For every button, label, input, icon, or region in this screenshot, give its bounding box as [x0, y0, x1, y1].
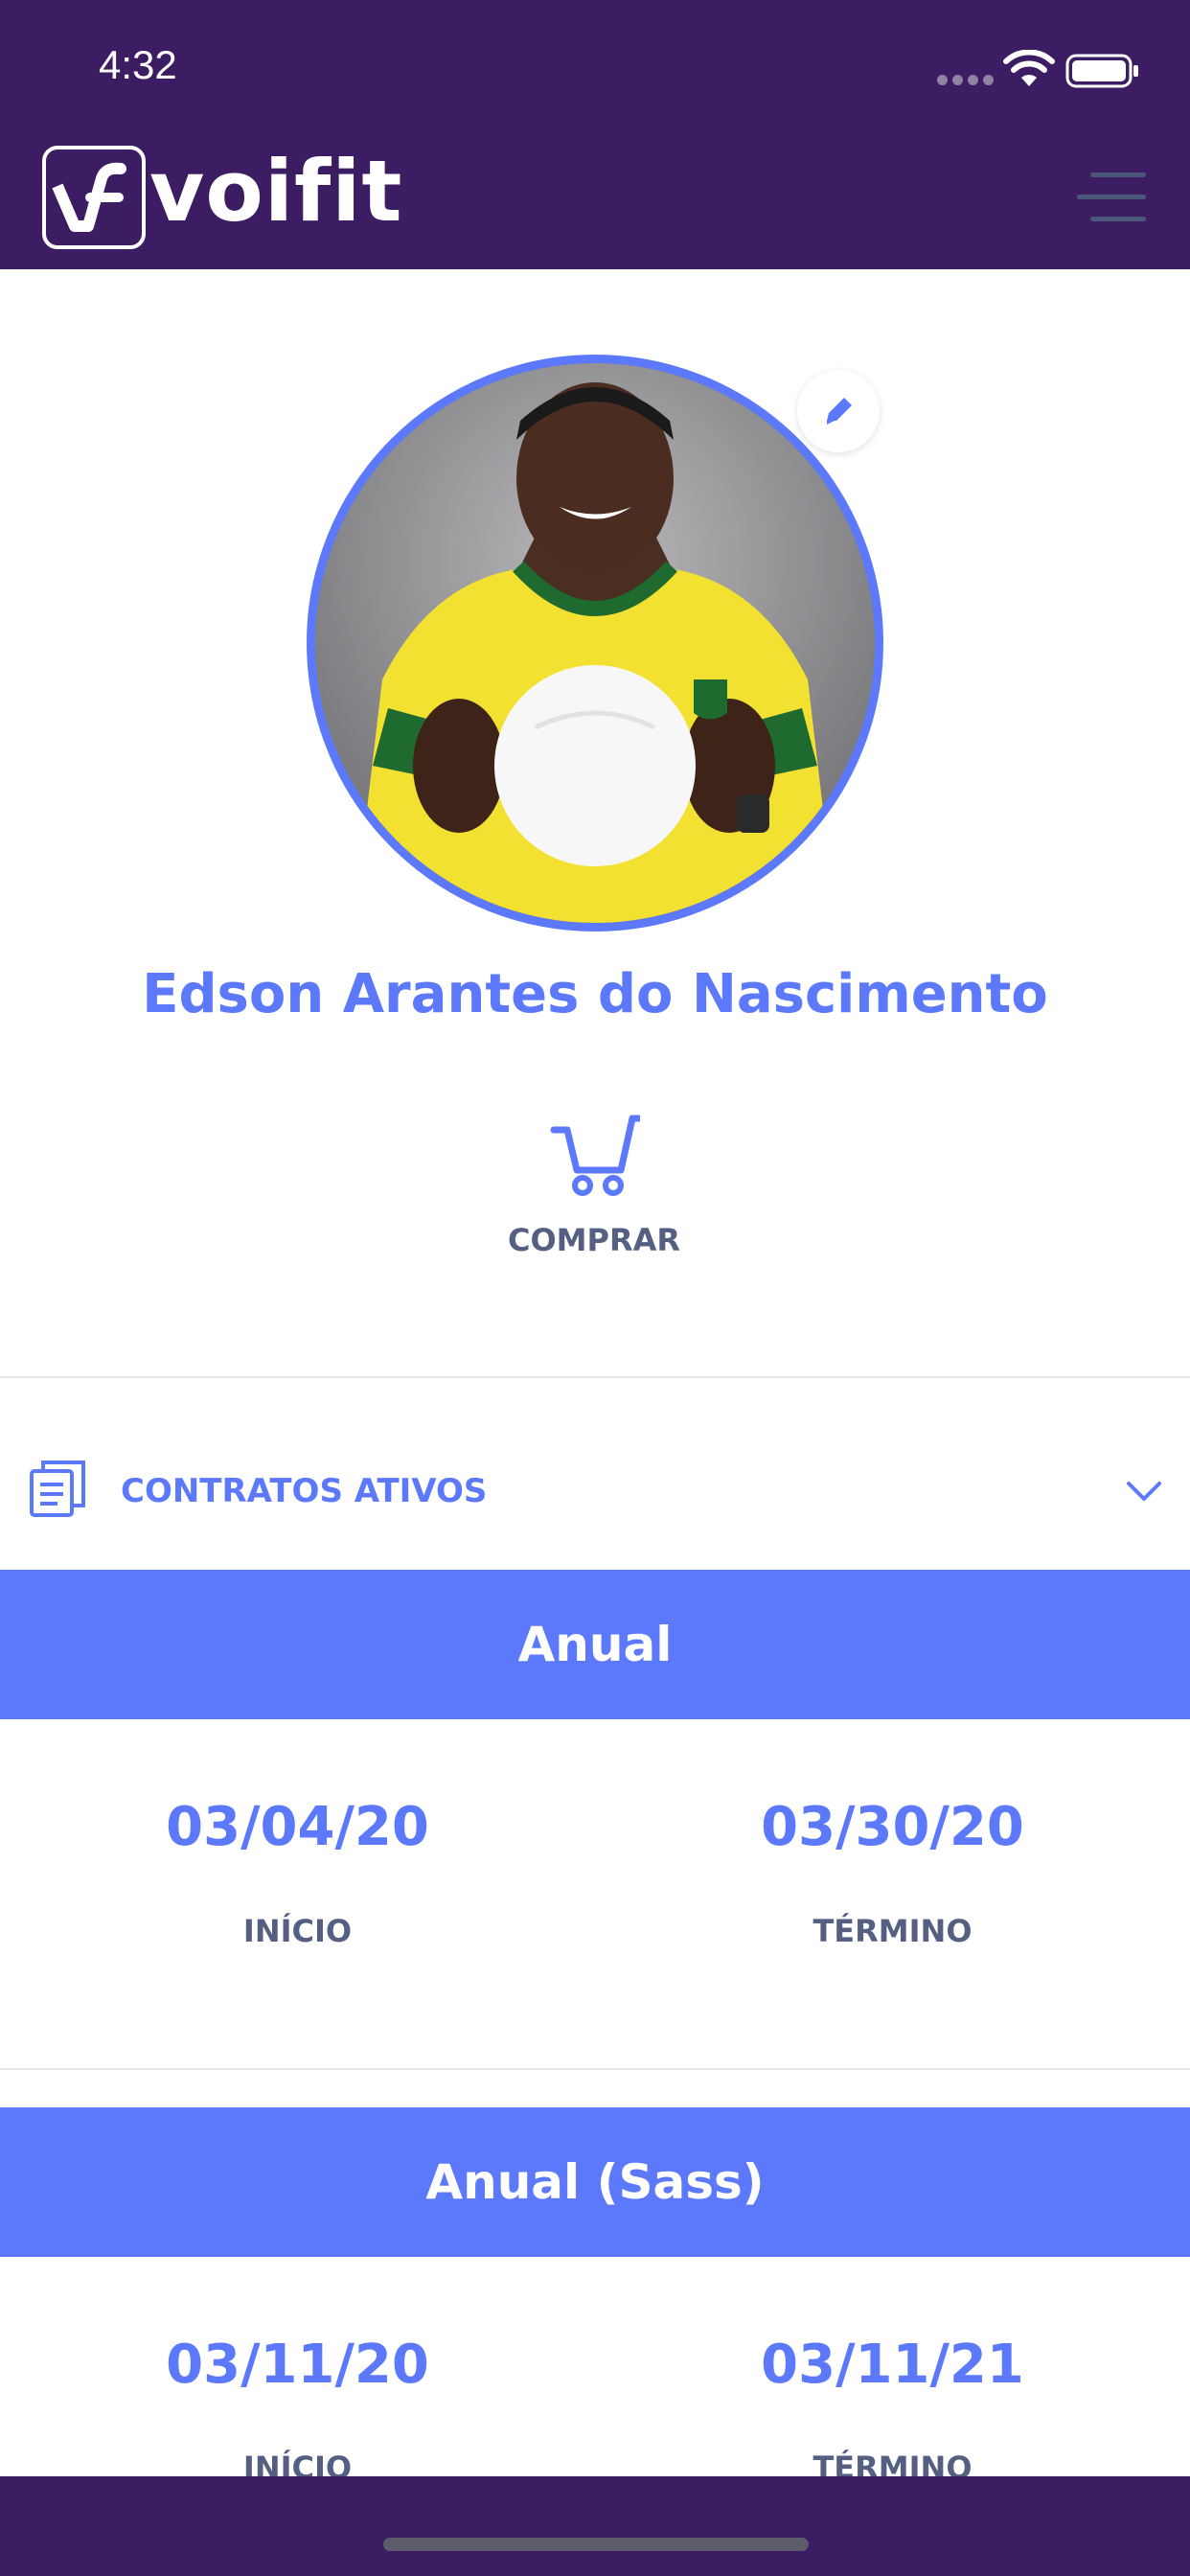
- contract-plan-title: Anual: [0, 1570, 1190, 1719]
- profile-name: Edson Arantes do Nascimento: [142, 963, 1048, 1025]
- pencil-icon: [827, 398, 852, 425]
- contract-plan-title: Anual (Sass): [0, 2107, 1190, 2257]
- contract-end-date: 03/30/20: [761, 1796, 1024, 1858]
- edit-photo-button[interactable]: [797, 370, 880, 452]
- active-contracts-toggle[interactable]: CONTRATOS ATIVOS: [0, 1380, 1190, 1570]
- cellular-signal-icon: [937, 75, 995, 86]
- contract-start-label: INÍCIO: [242, 1913, 353, 1949]
- buy-button[interactable]: COMPRAR: [450, 1107, 738, 1308]
- battery-icon: [1065, 54, 1138, 88]
- home-indicator[interactable]: [383, 2538, 809, 2551]
- voifit-logo: voifit: [42, 142, 406, 251]
- contract-end-date: 03/11/21: [761, 2334, 1024, 2396]
- section-divider: [0, 1376, 1190, 1378]
- cart-icon: [550, 1115, 640, 1196]
- menu-icon[interactable]: [1077, 169, 1149, 226]
- buy-label: COMPRAR: [507, 1222, 681, 1258]
- logo-text: voifit: [149, 142, 403, 241]
- app-header: 4:32 voifit: [0, 0, 1190, 269]
- wifi-icon: [1003, 50, 1055, 86]
- document-icon: [30, 1460, 85, 1517]
- contract-divider: [0, 2068, 1190, 2070]
- bottom-bar: [0, 2476, 1190, 2576]
- contract-start-date: 03/11/20: [166, 2334, 429, 2396]
- active-contracts-label: CONTRATOS ATIVOS: [121, 1472, 488, 1510]
- chevron-down-icon: [1127, 1482, 1161, 1501]
- profile-avatar: [307, 355, 883, 932]
- profile-photo: [315, 363, 875, 923]
- status-time: 4:32: [99, 42, 177, 87]
- logo-mark: [42, 146, 146, 249]
- contract-end-label: TÉRMINO: [812, 1913, 973, 1949]
- contract-start-date: 03/04/20: [166, 1796, 429, 1858]
- logo-vf-icon: [52, 162, 126, 232]
